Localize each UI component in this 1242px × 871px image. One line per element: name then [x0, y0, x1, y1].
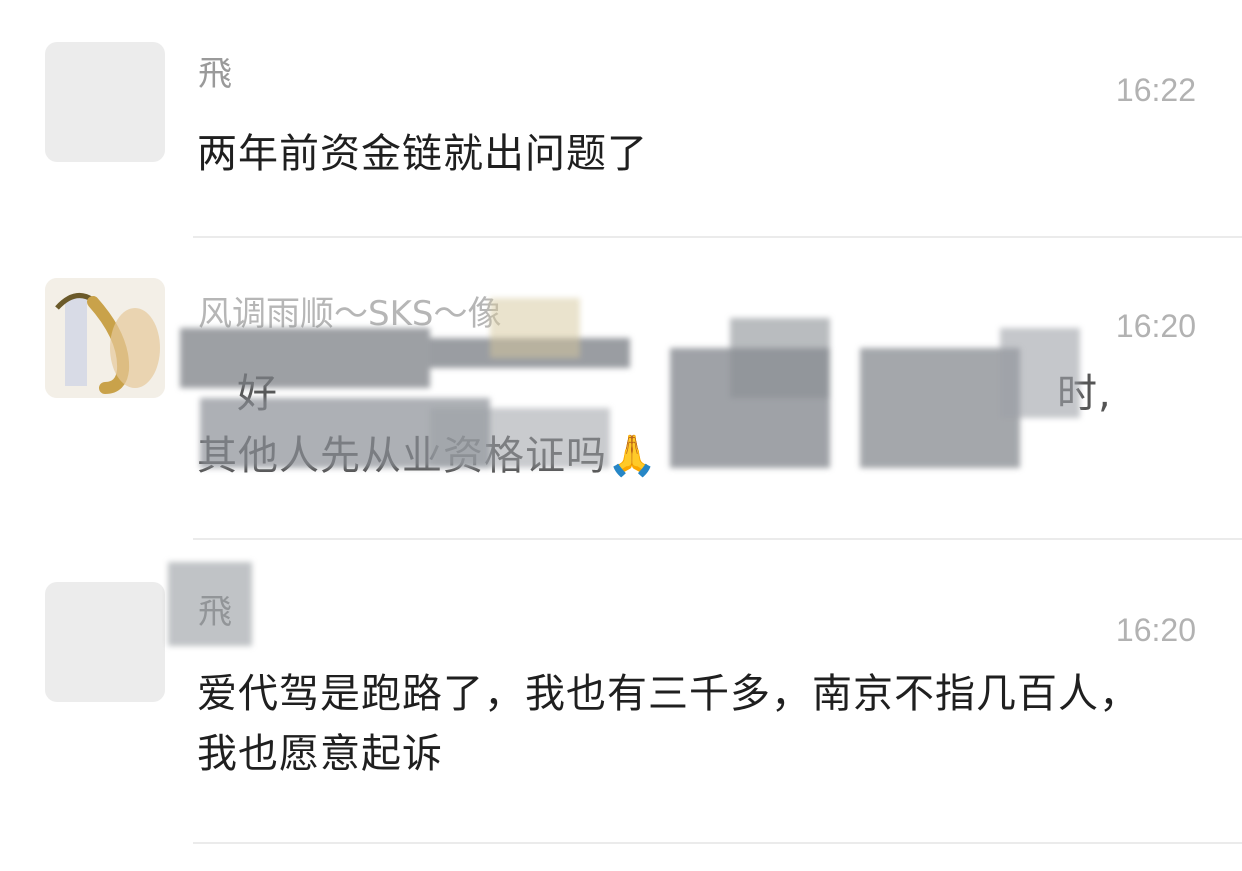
divider	[193, 842, 1242, 844]
sender-name: 飛	[198, 54, 232, 94]
avatar[interactable]	[45, 582, 165, 702]
message-text: 两年前资金链就出问题了	[197, 131, 648, 177]
avatar[interactable]	[45, 278, 165, 398]
message-time: 16:22	[1115, 72, 1196, 108]
redaction-scribble	[168, 562, 252, 646]
conversation-list: 飛 16:22 两年前资金链就出问题了 风调雨顺～SKS～像 16:20 好 时…	[0, 0, 1242, 871]
message-time: 16:20	[1115, 308, 1196, 344]
list-item[interactable]: 飛 16:22 两年前资金链就出问题了	[0, 0, 1242, 236]
message-text: 爱代驾是跑路了，我也有三千多，南京不指几百人，我也愿意起诉	[197, 671, 1140, 777]
list-item[interactable]: 风调雨顺～SKS～像 16:20 好 时, 其他人先从业资格证吗🙏	[0, 238, 1242, 538]
avatar[interactable]	[45, 42, 165, 162]
redaction-scribble	[180, 298, 1080, 468]
saxophone-icon	[45, 278, 165, 398]
message-time: 16:20	[1115, 612, 1196, 648]
list-item[interactable]: 飛 16:20 爱代驾是跑路了，我也有三千多，南京不指几百人，我也愿意起诉	[0, 540, 1242, 842]
